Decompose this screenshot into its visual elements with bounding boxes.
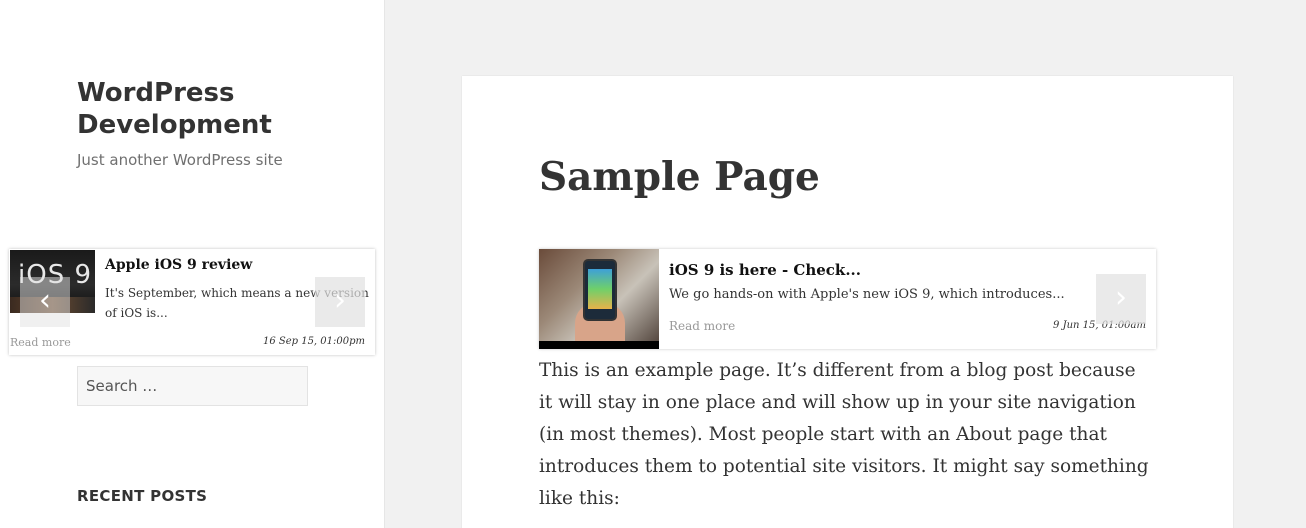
slider-next-button[interactable]: ›	[1096, 274, 1146, 324]
chevron-right-icon: ›	[1115, 280, 1127, 315]
page-body-text: This is an example page. It’s different …	[539, 360, 1149, 509]
slider-next-button[interactable]: ›	[315, 277, 365, 327]
thumbnail-bottom-bar	[539, 341, 659, 349]
slider-prev-button[interactable]: ‹	[20, 277, 70, 327]
thumbnail-phone-screen	[588, 269, 612, 309]
sidebar: WordPress Development Just another WordP…	[0, 0, 385, 528]
page-title: Sample Page	[539, 154, 820, 200]
featured-post-card: iOS 9 is here - Check... We go hands-on …	[539, 249, 1156, 349]
recent-posts-heading: RECENT POSTS	[77, 487, 208, 505]
page-content: Sample Page iOS 9 is here - Check... We …	[462, 76, 1233, 528]
chevron-right-icon: ›	[334, 283, 346, 318]
post-date: 16 Sep 15, 01:00pm	[262, 336, 365, 347]
site-description: Just another WordPress site	[77, 151, 283, 169]
thumbnail-phone	[583, 259, 617, 321]
post-title-link[interactable]: iOS 9 is here - Check...	[669, 261, 861, 279]
chevron-left-icon: ‹	[39, 283, 51, 318]
post-thumbnail[interactable]	[539, 249, 659, 349]
post-title-link[interactable]: Apple iOS 9 review	[105, 257, 252, 273]
read-more-link[interactable]: Read more	[10, 336, 71, 349]
read-more-link[interactable]: Read more	[669, 319, 735, 333]
featured-post-widget: iOS 9 Apple iOS 9 review It's September,…	[9, 249, 375, 355]
site-title[interactable]: WordPress Development	[77, 77, 337, 141]
search-input[interactable]	[77, 366, 308, 406]
post-excerpt: We go hands-on with Apple's new iOS 9, w…	[669, 287, 1065, 302]
